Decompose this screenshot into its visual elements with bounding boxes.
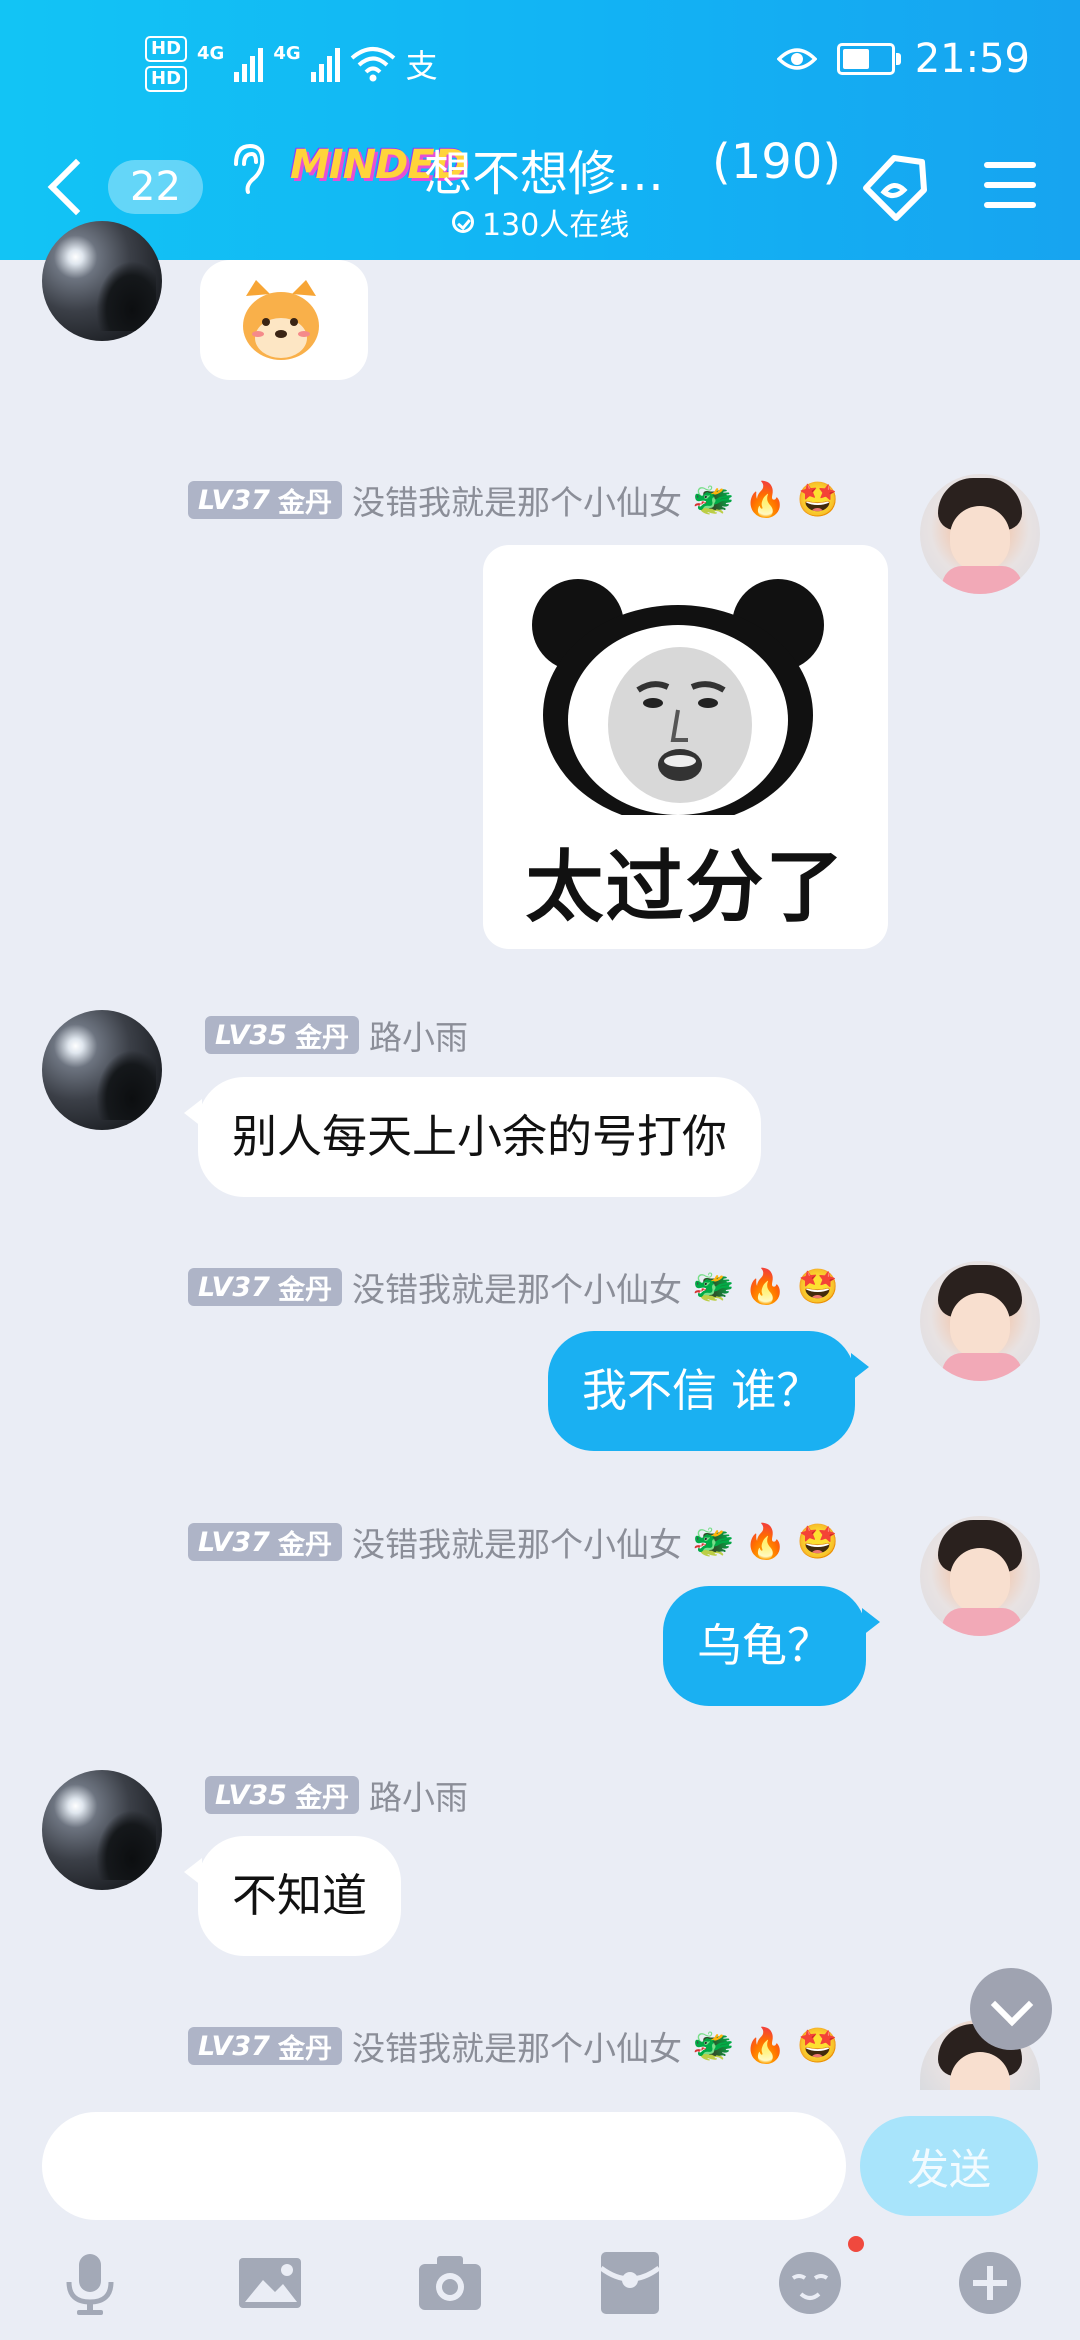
fire-icon: 🔥 xyxy=(744,2026,787,2066)
nav-bar: 22 MINDED 想不想修… (190) 130人在线 xyxy=(0,120,1080,260)
level-badge: LV35 金丹 xyxy=(205,1016,359,1054)
online-check-icon xyxy=(452,211,474,233)
back-button[interactable]: 22 xyxy=(40,158,203,216)
signal-icon-2 xyxy=(310,46,340,82)
sender-nickname[interactable]: 没错我就是那个小仙女 xyxy=(352,1518,682,1566)
avatar-luxiaoyu[interactable] xyxy=(42,221,162,341)
sender-nickname[interactable]: 没错我就是那个小仙女 xyxy=(352,1263,682,1311)
level-badge: LV35 金丹 xyxy=(205,1776,359,1814)
level-badge: LV37 金丹 xyxy=(188,2027,342,2065)
smile-badge-icon: 🤩 xyxy=(796,1267,839,1307)
input-area: 发送 xyxy=(0,2090,1080,2230)
message-bubble[interactable]: 不知道 xyxy=(183,1836,402,1956)
status-bar: HD HD 4G 4G 支 21:59 xyxy=(0,0,1080,120)
red-packet-icon[interactable] xyxy=(595,2248,665,2318)
level-badge: LV37 金丹 xyxy=(188,1268,342,1306)
sender-nickname[interactable]: 没错我就是那个小仙女 xyxy=(352,476,682,524)
sticker-bubble[interactable] xyxy=(200,260,368,380)
sender-meta: LV35 金丹 路小雨 xyxy=(205,1011,468,1059)
avatar-self[interactable] xyxy=(920,1516,1040,1636)
avatar-luxiaoyu[interactable] xyxy=(42,1770,162,1890)
avatar-self[interactable] xyxy=(920,474,1040,594)
unread-badge: 22 xyxy=(108,160,203,214)
signal-icon-1 xyxy=(234,46,264,82)
avatar-self[interactable] xyxy=(920,1261,1040,1381)
tag-icon[interactable] xyxy=(858,150,930,222)
battery-icon xyxy=(836,43,901,75)
camera-icon[interactable] xyxy=(415,2248,485,2318)
fire-icon: 🔥 xyxy=(744,1522,787,1562)
sender-nickname[interactable]: 路小雨 xyxy=(369,1011,468,1059)
online-count-text: 130人在线 xyxy=(482,208,630,243)
smile-badge-icon: 🤩 xyxy=(796,1522,839,1562)
alipay-icon: 支 xyxy=(405,47,438,85)
clock: 21:59 xyxy=(914,36,1030,82)
scroll-to-bottom-button[interactable] xyxy=(970,1968,1052,2050)
dragon-icon: 🐲 xyxy=(691,1522,735,1562)
level-badge: LV37 金丹 xyxy=(188,481,342,519)
sender-meta: LV37 金丹 没错我就是那个小仙女 🐲 🔥 🤩 xyxy=(188,2022,839,2070)
hd-badge-2: HD xyxy=(145,66,188,92)
menu-icon[interactable] xyxy=(984,162,1036,208)
avatar-luxiaoyu[interactable] xyxy=(42,1010,162,1130)
network-type-2: 4G xyxy=(273,42,301,64)
level-badge: LV37 金丹 xyxy=(188,1523,342,1561)
group-title[interactable]: 想不想修… xyxy=(424,134,664,204)
chevron-left-icon xyxy=(47,158,105,216)
fire-icon: 🔥 xyxy=(744,1267,787,1307)
dragon-icon: 🐲 xyxy=(691,2026,735,2066)
shiba-sticker xyxy=(243,280,319,360)
message-bubble[interactable]: 乌龟？ xyxy=(663,1586,881,1706)
sender-meta: LV37 金丹 没错我就是那个小仙女 🐲 🔥 🤩 xyxy=(188,476,839,524)
status-left: HD HD 4G 4G 支 xyxy=(145,36,438,92)
input-toolbar xyxy=(0,2230,1080,2340)
image-icon[interactable] xyxy=(235,2248,305,2318)
plus-icon[interactable] xyxy=(955,2248,1025,2318)
message-input[interactable] xyxy=(42,2112,846,2220)
panda-sticker[interactable]: 太过分了 xyxy=(483,545,888,949)
panda-meme-image xyxy=(532,579,824,815)
message-bubble[interactable]: 别人每天上小余的号打你 xyxy=(183,1077,762,1197)
member-count: (190) xyxy=(712,134,842,190)
smile-badge-icon: 🤩 xyxy=(796,480,839,520)
sender-meta: LV35 金丹 路小雨 xyxy=(205,1771,468,1819)
message-bubble[interactable]: 我不信 谁？ xyxy=(548,1331,870,1451)
hd-indicators: HD HD xyxy=(145,36,188,92)
sticker-caption: 太过分了 xyxy=(525,843,846,933)
network-type-1: 4G xyxy=(197,42,225,64)
ear-icon[interactable] xyxy=(228,142,268,198)
send-button[interactable]: 发送 xyxy=(860,2116,1038,2216)
sender-nickname[interactable]: 路小雨 xyxy=(369,1771,468,1819)
sender-nickname[interactable]: 没错我就是那个小仙女 xyxy=(352,2022,682,2070)
eye-icon xyxy=(776,48,817,70)
emoji-icon[interactable] xyxy=(775,2248,845,2318)
status-right: 21:59 xyxy=(776,36,1030,82)
hd-badge-1: HD xyxy=(145,36,188,62)
fire-icon: 🔥 xyxy=(744,480,787,520)
dragon-icon: 🐲 xyxy=(691,480,735,520)
microphone-icon[interactable] xyxy=(55,2248,125,2318)
dragon-icon: 🐲 xyxy=(691,1267,735,1307)
online-status: 130人在线 xyxy=(452,200,629,244)
smile-badge-icon: 🤩 xyxy=(796,2026,839,2066)
sender-meta: LV37 金丹 没错我就是那个小仙女 🐲 🔥 🤩 xyxy=(188,1518,839,1566)
sender-meta: LV37 金丹 没错我就是那个小仙女 🐲 🔥 🤩 xyxy=(188,1263,839,1311)
notification-dot xyxy=(848,2236,864,2252)
wifi-icon xyxy=(350,47,395,82)
chat-header: HD HD 4G 4G 支 21:59 22 MINDED 想不想修… (190… xyxy=(0,0,1080,260)
